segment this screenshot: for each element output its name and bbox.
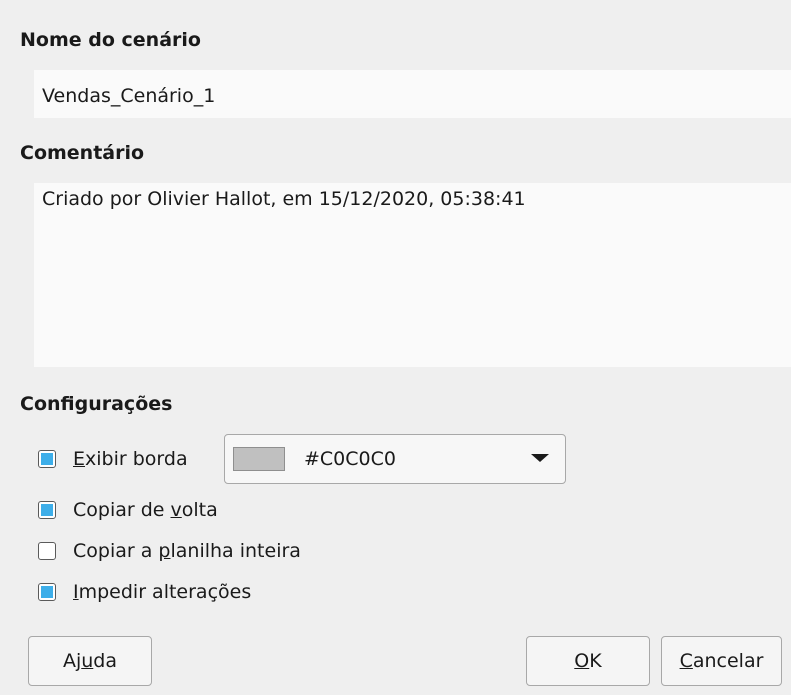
scenario-name-input[interactable]: Vendas_Cenário_1 bbox=[34, 70, 791, 118]
copy-entire-sheet-checkbox-row[interactable]: Copiar a planilha inteira bbox=[38, 538, 301, 564]
scenario-name-label: Nome do cenário bbox=[20, 29, 201, 51]
copy-back-checkbox[interactable] bbox=[38, 501, 56, 519]
copy-back-checkbox-row[interactable]: Copiar de volta bbox=[38, 497, 218, 523]
prevent-changes-label: Impedir alterações bbox=[73, 581, 252, 603]
copy-entire-sheet-label: Copiar a planilha inteira bbox=[73, 540, 301, 562]
settings-label: Configurações bbox=[20, 393, 173, 415]
prevent-changes-checkbox[interactable] bbox=[38, 583, 56, 601]
border-color-dropdown[interactable]: #C0C0C0 bbox=[224, 434, 566, 484]
color-value-label: #C0C0C0 bbox=[304, 448, 396, 470]
show-border-checkbox-row[interactable]: Exibir borda bbox=[38, 446, 188, 472]
chevron-down-icon bbox=[531, 454, 549, 462]
comment-label: Comentário bbox=[20, 142, 145, 164]
show-border-label: Exibir borda bbox=[73, 448, 188, 470]
ok-button[interactable]: OK bbox=[526, 636, 650, 686]
cancel-button[interactable]: Cancelar bbox=[661, 636, 782, 686]
copy-back-label: Copiar de volta bbox=[73, 499, 218, 521]
comment-textarea[interactable]: Criado por Olivier Hallot, em 15/12/2020… bbox=[34, 183, 791, 367]
show-border-checkbox[interactable] bbox=[38, 450, 56, 468]
color-swatch bbox=[233, 447, 285, 471]
copy-entire-sheet-checkbox[interactable] bbox=[38, 542, 56, 560]
prevent-changes-checkbox-row[interactable]: Impedir alterações bbox=[38, 579, 251, 605]
help-button[interactable]: Aj u da bbox=[28, 636, 152, 686]
